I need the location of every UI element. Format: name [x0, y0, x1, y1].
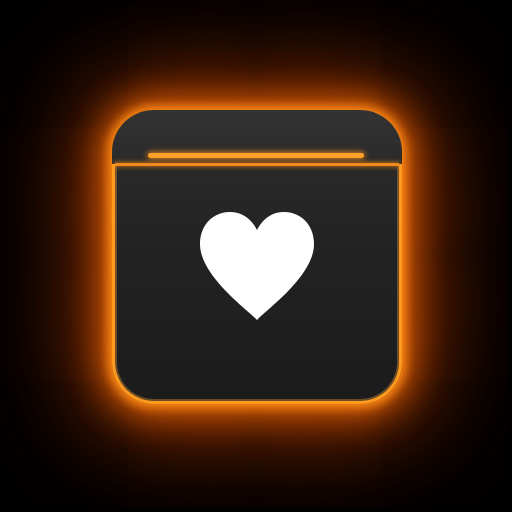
lid-highlight-line — [148, 153, 364, 158]
app-icon-tile[interactable] — [112, 110, 402, 404]
lid-seam-line — [115, 163, 399, 166]
heart-icon — [200, 212, 314, 320]
icon-canvas — [0, 0, 512, 512]
